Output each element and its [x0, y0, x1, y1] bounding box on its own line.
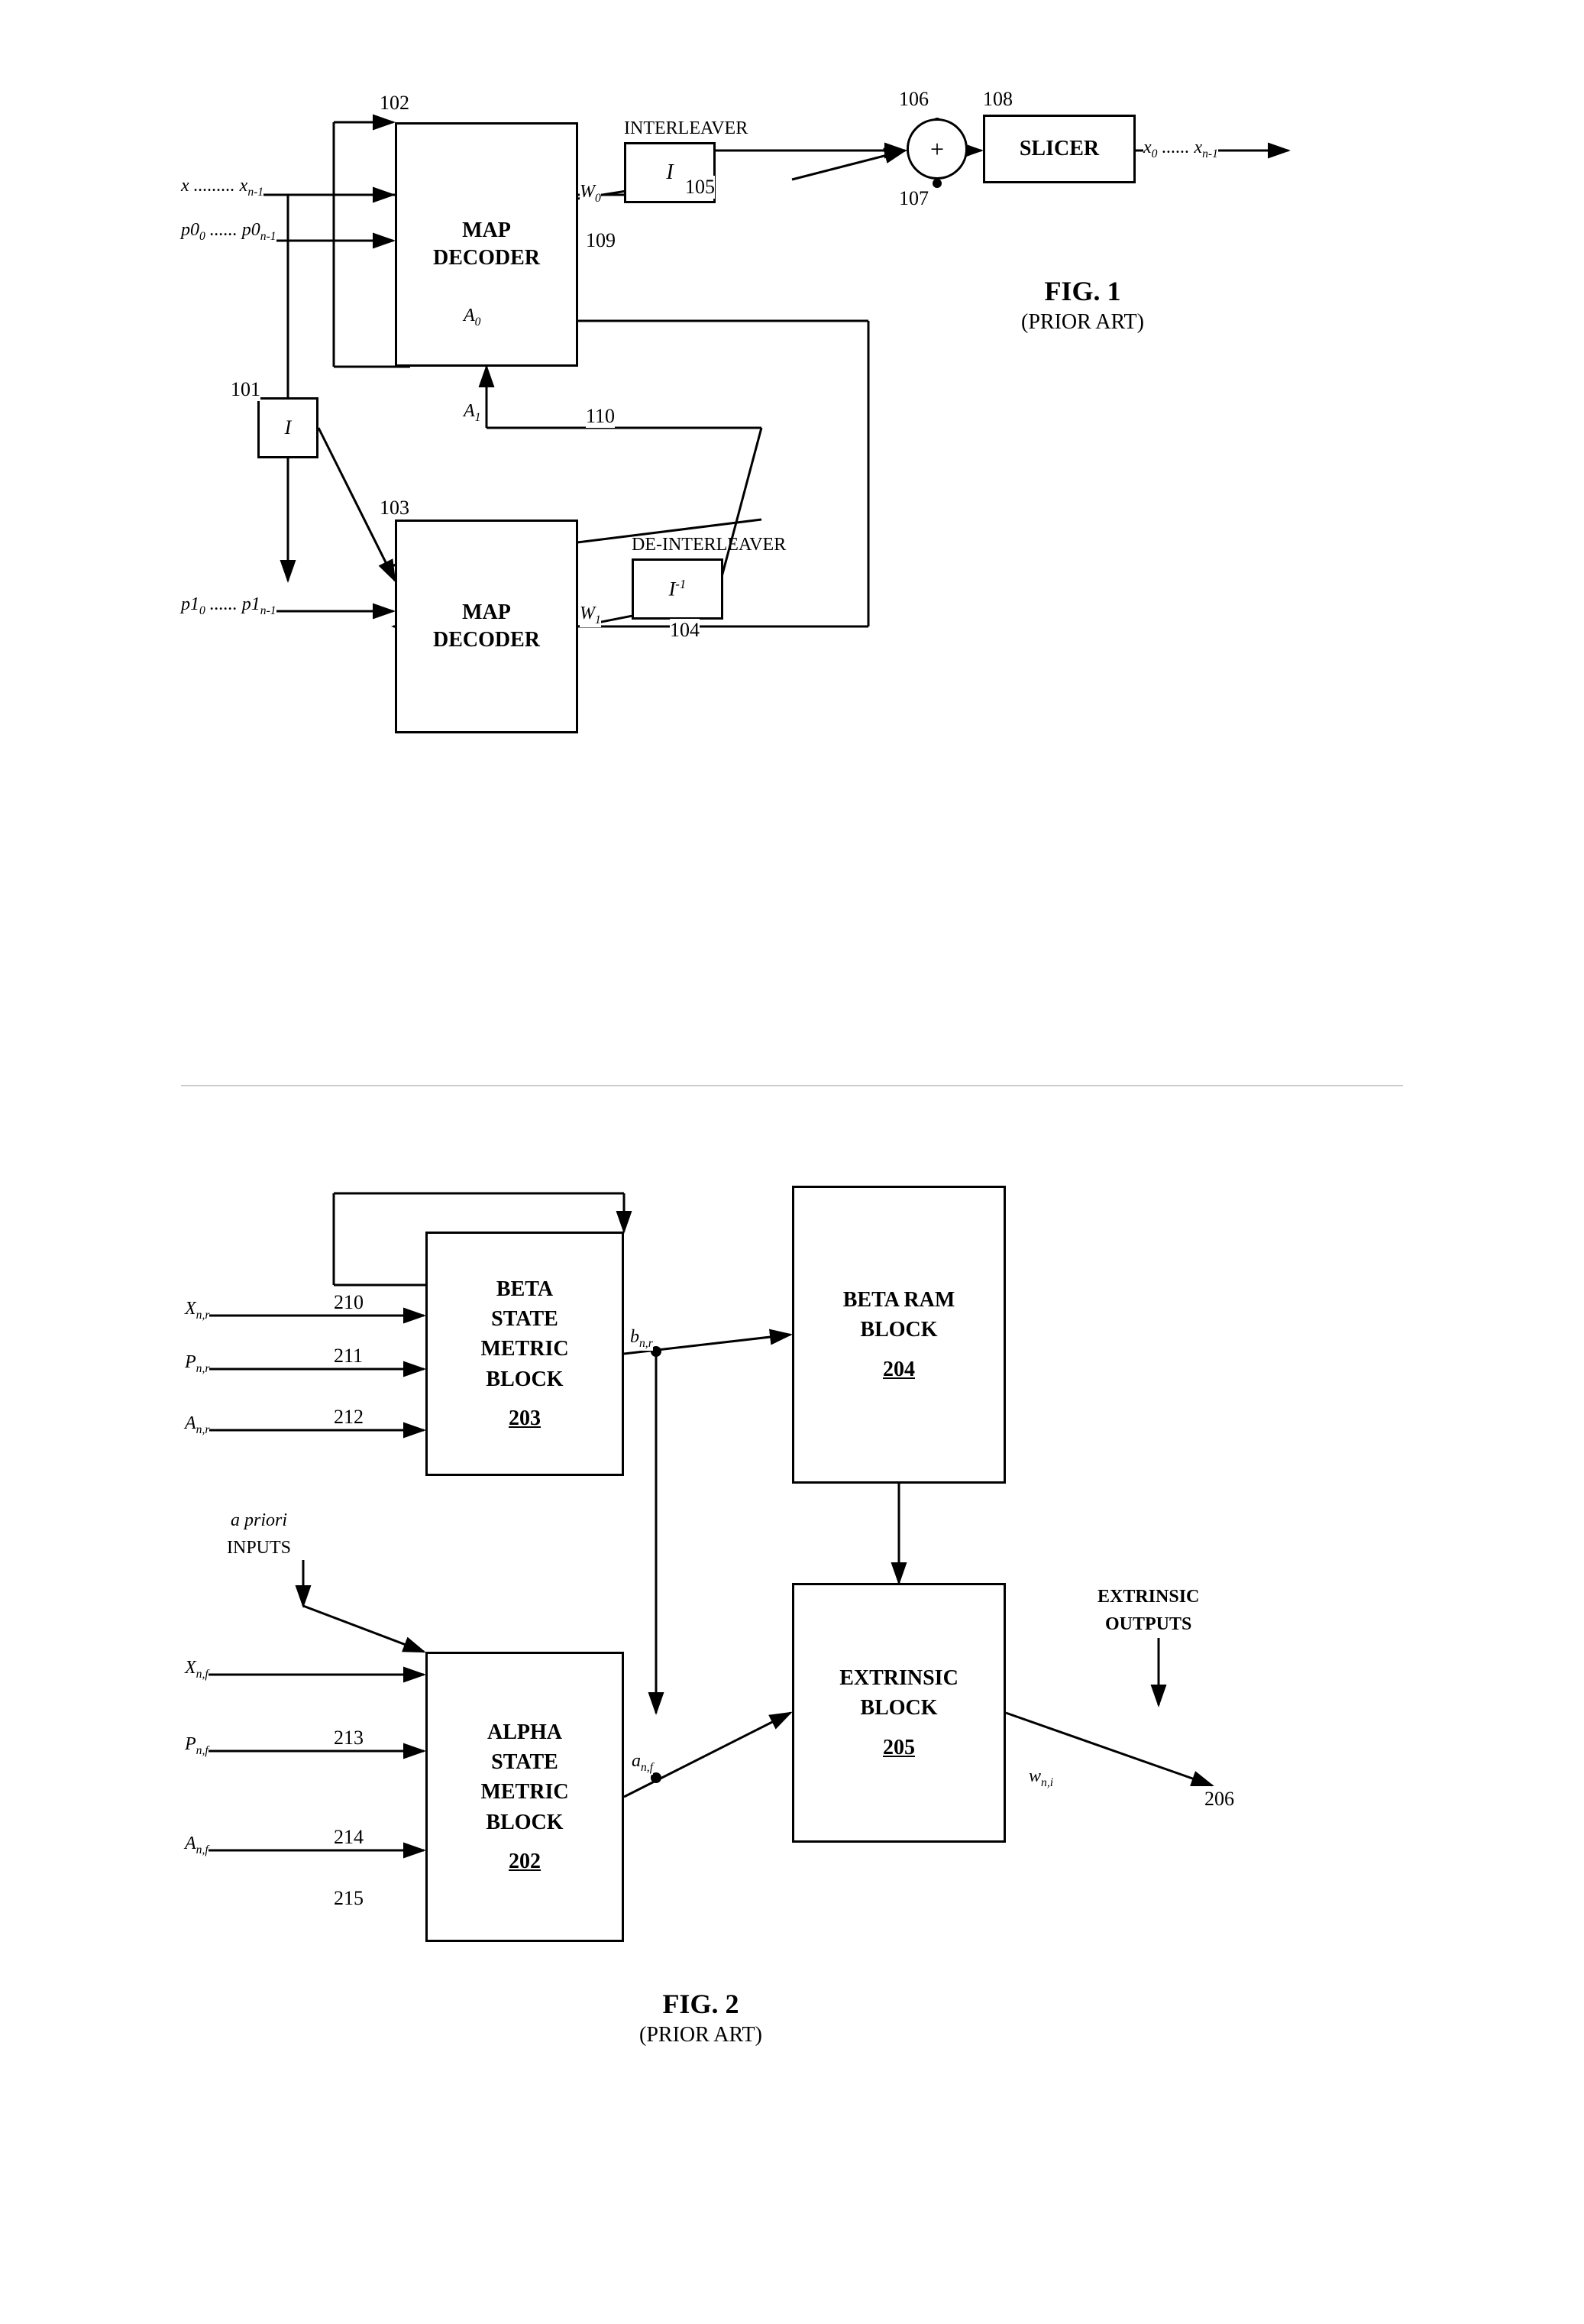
xnf-label: Xn,f	[185, 1658, 209, 1682]
slicer-label: SLICER	[1020, 135, 1099, 163]
fig2-title: FIG. 2	[639, 1988, 762, 2020]
label-214: 214	[334, 1826, 364, 1849]
i-symbol-small: I	[285, 415, 292, 441]
extrinsic-label: EXTRINSICBLOCK	[839, 1663, 958, 1723]
deinterleaver-block: I-1	[632, 558, 723, 620]
a1-label: A1	[464, 401, 480, 425]
adder-block: +	[907, 118, 968, 180]
pnr-label: Pn,r	[185, 1352, 209, 1376]
plus-symbol: +	[930, 135, 944, 163]
label-101: 101	[231, 378, 260, 401]
label-106: 106	[899, 88, 929, 111]
a0-label: A0	[464, 306, 480, 329]
label-212: 212	[334, 1406, 364, 1429]
beta-ram-block: BETA RAMBLOCK 204	[792, 1186, 1006, 1484]
p0-input-label: p00 ...... p0n-1	[181, 220, 276, 244]
x-output-label: x0 ...... xn-1	[1143, 138, 1218, 161]
label-109: 109	[586, 229, 616, 252]
anr-label: An,r	[185, 1413, 209, 1437]
alpha-state-label: ALPHASTATEMETRICBLOCK	[480, 1717, 568, 1837]
beta-ram-label: BETA RAMBLOCK	[843, 1285, 955, 1345]
label-102: 102	[380, 92, 409, 115]
pnf-label: Pn,f	[185, 1734, 209, 1758]
label-203-underline: 203	[509, 1403, 541, 1433]
fig1-svg	[181, 46, 1403, 1024]
w0-label: W0	[580, 182, 601, 206]
apriori-label: a prioriINPUTS	[227, 1507, 291, 1562]
label-105: 105	[685, 176, 715, 199]
label-110: 110	[586, 405, 615, 428]
interleaver-label: INTERLEAVER	[624, 118, 748, 139]
a-nf-label: an,f	[632, 1751, 653, 1775]
label-103: 103	[380, 497, 409, 520]
map-decoder-2: MAPDECODER	[395, 520, 578, 733]
w-ni-label: wn,i	[1029, 1766, 1053, 1790]
xnr-label: Xn,r	[185, 1299, 209, 1322]
label-215: 215	[334, 1887, 364, 1910]
label-204-underline: 204	[883, 1355, 915, 1384]
label-108: 108	[983, 88, 1013, 111]
label-210: 210	[334, 1291, 364, 1314]
fig1-title: FIG. 1	[1021, 275, 1144, 307]
beta-state-label: BETASTATEMETRICBLOCK	[480, 1274, 568, 1394]
x-input-label: x ......... xn-1	[181, 176, 263, 199]
label-202-underline: 202	[509, 1847, 541, 1876]
fig1-diagram: MAPDECODER MAPDECODER INTERLEAVER I DE-I…	[181, 46, 1403, 1024]
beta-state-block: BETASTATEMETRICBLOCK 203	[425, 1232, 624, 1476]
label-211: 211	[334, 1345, 363, 1368]
fig1-subtitle: (PRIOR ART)	[1021, 310, 1144, 335]
map2-label: MAPDECODER	[433, 599, 540, 655]
label-205-underline: 205	[883, 1733, 915, 1762]
interleaver-i-block: I	[257, 397, 318, 458]
w1-label: W1	[580, 604, 601, 627]
deinterleaver-label: DE-INTERLEAVER	[632, 535, 786, 555]
fig1-title-area: FIG. 1 (PRIOR ART)	[1021, 275, 1144, 335]
section-divider	[181, 1085, 1403, 1086]
fig2-diagram: BETASTATEMETRICBLOCK 203 BETA RAMBLOCK 2…	[181, 1132, 1403, 2278]
fig2-subtitle: (PRIOR ART)	[639, 2023, 762, 2047]
i-inv-symbol: I-1	[669, 576, 687, 602]
label-213: 213	[334, 1727, 364, 1749]
label-104: 104	[670, 619, 700, 642]
page: MAPDECODER MAPDECODER INTERLEAVER I DE-I…	[0, 0, 1584, 2324]
label-107: 107	[899, 187, 929, 210]
anf-label: An,f	[185, 1834, 209, 1857]
slicer-block: SLICER	[983, 115, 1136, 183]
extrinsic-outputs-label: EXTRINSICOUTPUTS	[1097, 1583, 1199, 1638]
map-decoder-1: MAPDECODER	[395, 122, 578, 367]
extrinsic-block: EXTRINSICBLOCK 205	[792, 1583, 1006, 1843]
i-symbol-1: I	[666, 159, 673, 186]
alpha-state-block: ALPHASTATEMETRICBLOCK 202	[425, 1652, 624, 1942]
p1-input-label: p10 ...... p1n-1	[181, 594, 276, 618]
map1-label: MAPDECODER	[433, 217, 540, 273]
fig2-title-area: FIG. 2 (PRIOR ART)	[639, 1988, 762, 2047]
b-nr-label: bn,r	[630, 1327, 653, 1351]
label-206: 206	[1204, 1788, 1234, 1811]
